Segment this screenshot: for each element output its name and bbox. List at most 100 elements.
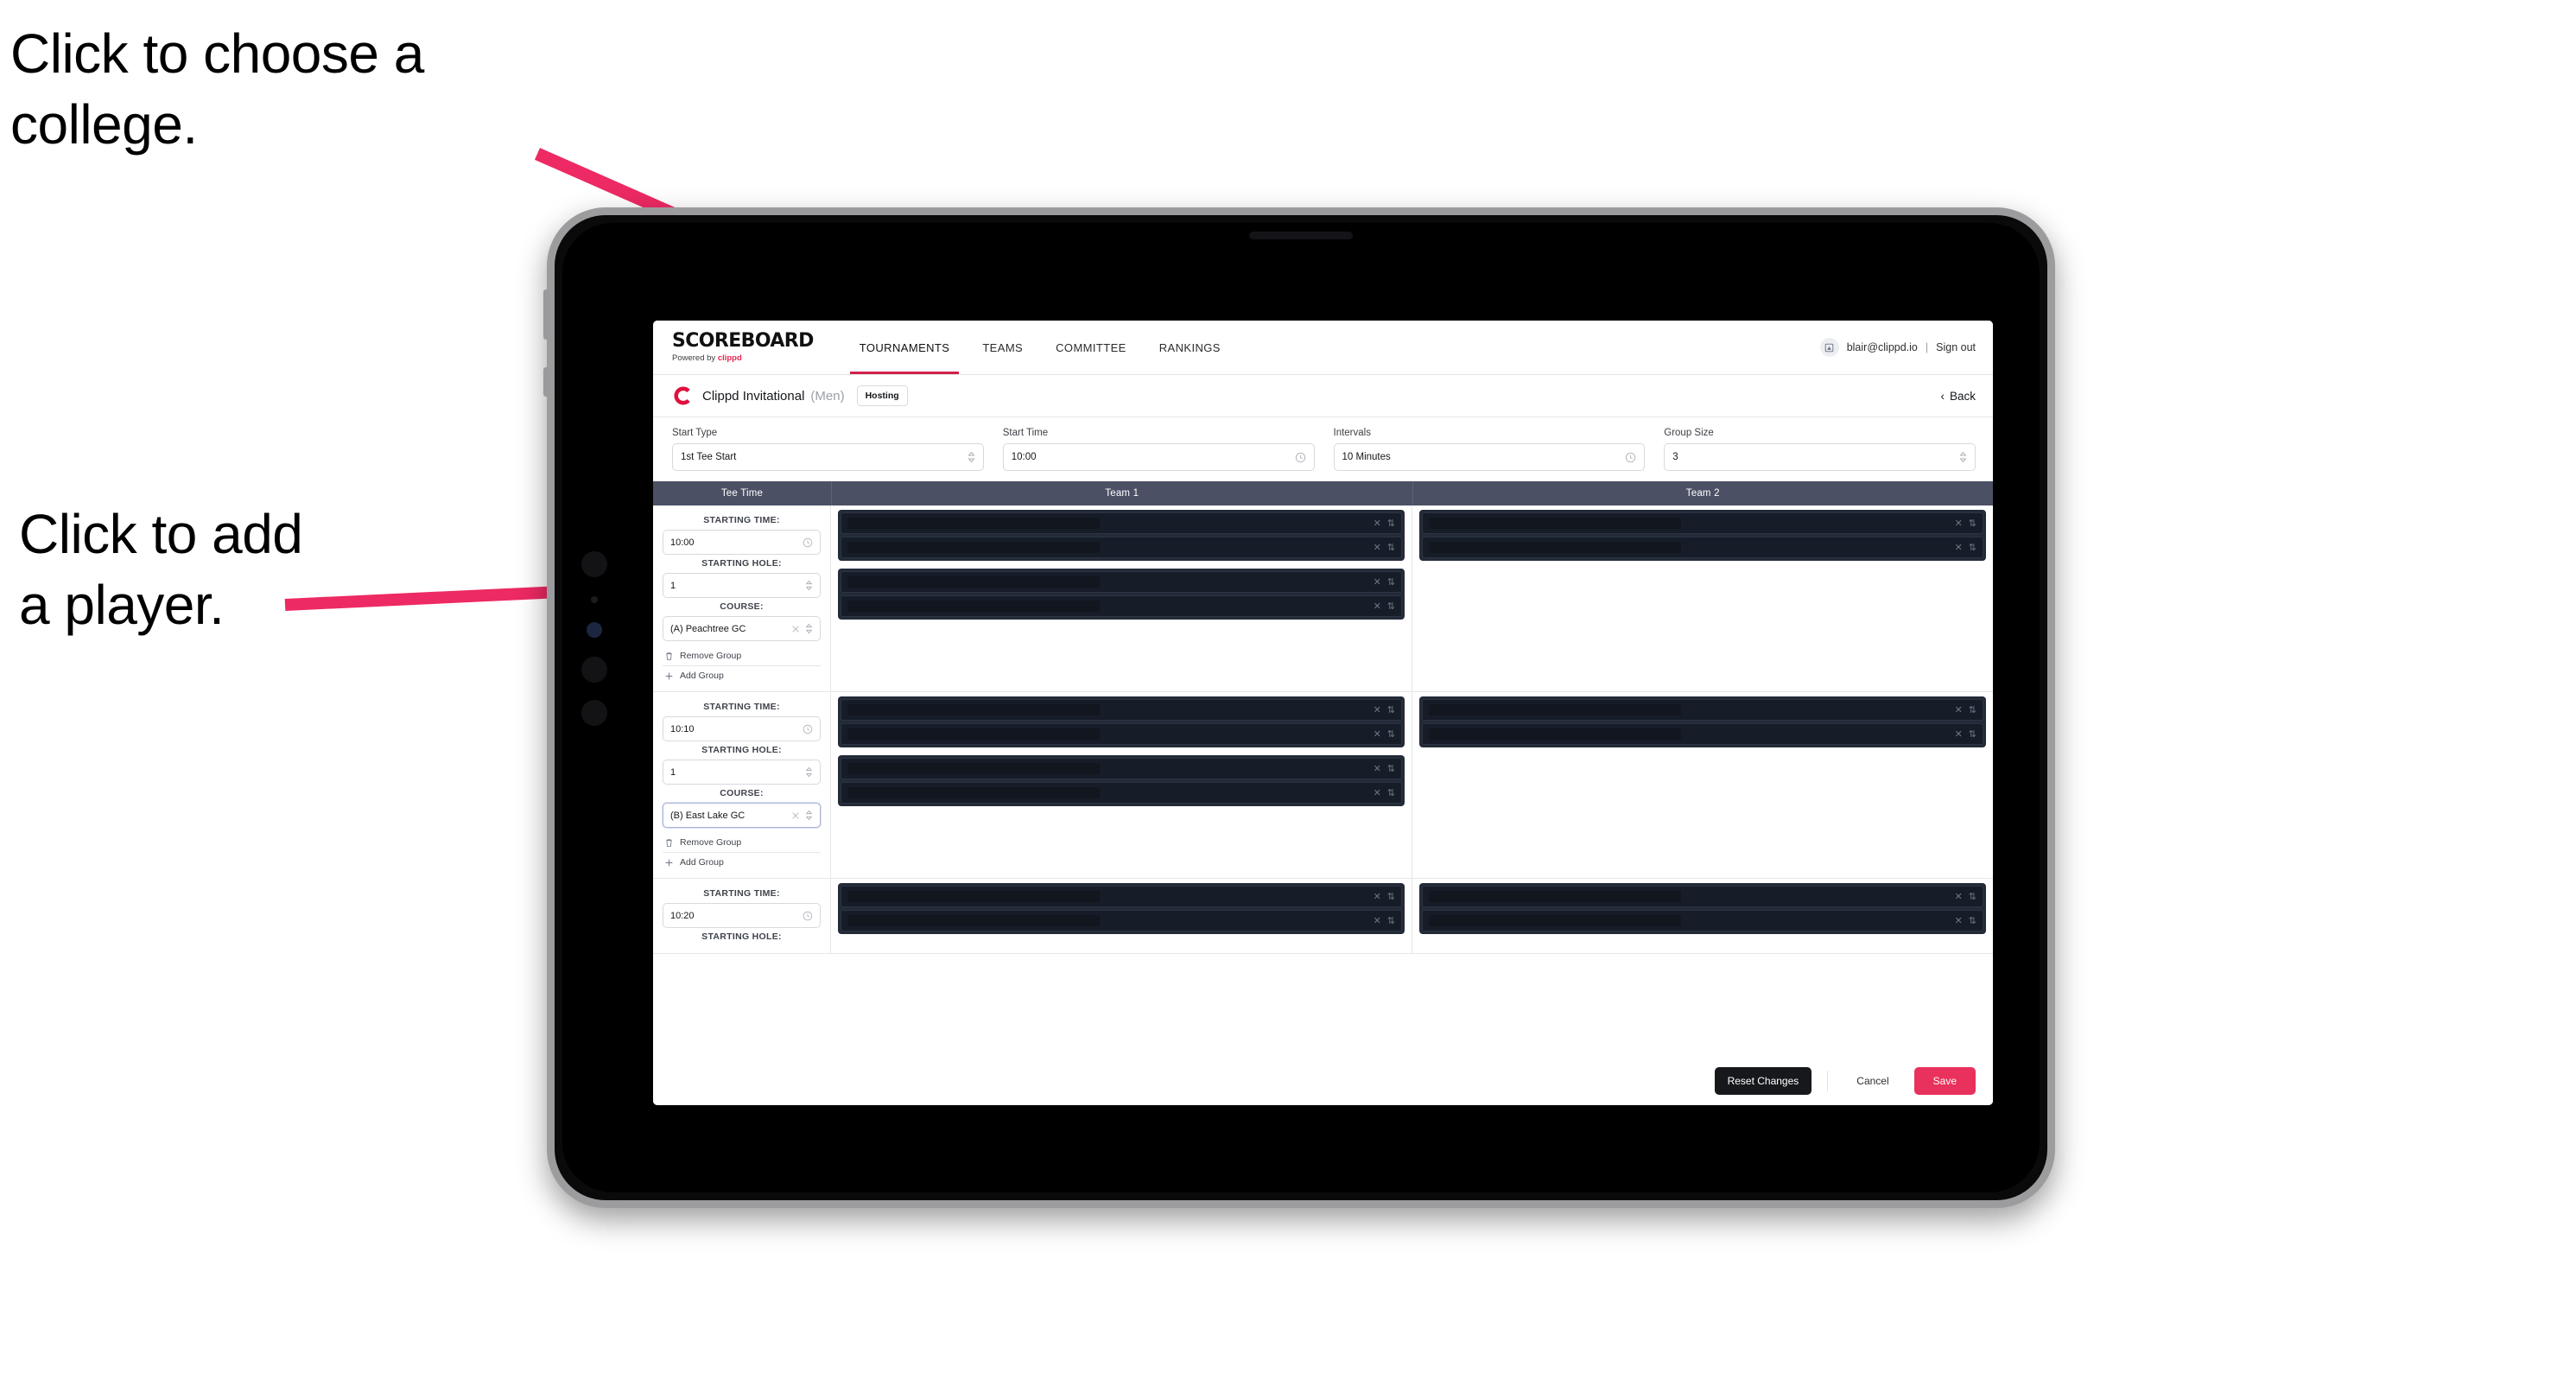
close-icon[interactable]: ✕ — [1374, 704, 1381, 715]
stepper-icon[interactable]: ⇅ — [1387, 576, 1395, 588]
label-intervals: Intervals — [1333, 428, 1371, 438]
close-icon[interactable]: ✕ — [1374, 518, 1381, 529]
close-icon[interactable]: ✕ — [1374, 915, 1381, 926]
cancel-button[interactable]: Cancel — [1843, 1067, 1901, 1095]
input-start-time[interactable]: 10:00 — [1002, 443, 1315, 471]
stepper-icon[interactable] — [805, 766, 813, 778]
device-power-button[interactable] — [543, 367, 549, 397]
input-starting-hole[interactable]: 1 — [663, 573, 821, 598]
close-icon[interactable]: ✕ — [1374, 728, 1381, 740]
device-volume-button[interactable] — [543, 289, 549, 340]
player-slot[interactable]: ✕ ⇅ — [841, 758, 1402, 779]
input-course[interactable]: (A) Peachtree GC — [663, 616, 821, 641]
remove-group-button[interactable]: Remove Group — [663, 834, 821, 851]
stepper-icon[interactable] — [1959, 451, 1967, 463]
tab-rankings[interactable]: RANKINGS — [1143, 321, 1237, 374]
close-icon[interactable]: ✕ — [1955, 891, 1963, 902]
table-row: STARTING TIME: 10:00 STARTING HOLE: 1 CO… — [653, 505, 1993, 692]
stepper-icon[interactable]: ⇅ — [1387, 915, 1395, 926]
player-slot[interactable]: ✕ ⇅ — [841, 699, 1402, 721]
close-icon[interactable]: ✕ — [1374, 891, 1381, 902]
input-starting-time[interactable]: 10:10 — [663, 716, 821, 741]
close-icon[interactable]: ✕ — [1374, 576, 1381, 588]
stepper-icon[interactable]: ⇅ — [1969, 915, 1976, 926]
stepper-icon[interactable]: ⇅ — [1387, 728, 1395, 740]
player-slot[interactable]: ✕ ⇅ — [841, 723, 1402, 745]
pairings-table-body[interactable]: STARTING TIME: 10:00 STARTING HOLE: 1 CO… — [653, 505, 1993, 1056]
player-slot[interactable]: ✕ ⇅ — [1422, 910, 1983, 931]
player-slot[interactable]: ✕ ⇅ — [841, 512, 1402, 534]
clock-icon[interactable] — [803, 911, 813, 921]
input-starting-time[interactable]: 10:20 — [663, 903, 821, 928]
stepper-icon[interactable]: ⇅ — [1387, 891, 1395, 902]
reset-changes-button[interactable]: Reset Changes — [1714, 1067, 1812, 1095]
player-slot[interactable]: ✕ ⇅ — [841, 910, 1402, 931]
stepper-icon[interactable]: ⇅ — [1387, 787, 1395, 798]
stepper-icon[interactable]: ⇅ — [1387, 763, 1395, 774]
field-start-time: Start Time 10:00 — [1002, 428, 1334, 471]
input-course[interactable]: (B) East Lake GC — [663, 803, 821, 828]
scoreboard-logo[interactable]: SCOREBOARD Powered by clippd — [672, 332, 814, 364]
value-starting-time: 10:00 — [670, 537, 695, 548]
close-icon[interactable]: ✕ — [1955, 542, 1963, 553]
input-intervals[interactable]: 10 Minutes — [1333, 443, 1646, 471]
save-button[interactable]: Save — [1913, 1067, 1976, 1095]
input-starting-hole[interactable]: 1 — [663, 760, 821, 785]
stepper-icon[interactable]: ⇅ — [1969, 891, 1976, 902]
player-slot[interactable]: ✕ ⇅ — [1422, 886, 1983, 907]
stepper-icon[interactable] — [805, 810, 813, 821]
top-navigation-bar: SCOREBOARD Powered by clippd TOURNAMENTS… — [653, 321, 1993, 375]
clock-icon[interactable] — [803, 537, 813, 548]
clock-icon[interactable] — [1625, 452, 1636, 463]
remove-group-button[interactable]: Remove Group — [663, 647, 821, 664]
sign-out-link[interactable]: Sign out — [1936, 341, 1976, 353]
stepper-icon[interactable]: ⇅ — [1387, 518, 1395, 529]
close-icon[interactable] — [791, 811, 800, 820]
add-group-button[interactable]: Add Group — [663, 854, 821, 871]
input-group-size[interactable]: 3 — [1664, 443, 1976, 471]
stepper-icon[interactable]: ⇅ — [1387, 601, 1395, 612]
player-slot[interactable]: ✕ ⇅ — [841, 595, 1402, 617]
add-group-button[interactable]: Add Group — [663, 667, 821, 684]
player-slot[interactable]: ✕ ⇅ — [1422, 699, 1983, 721]
player-slot[interactable]: ✕ ⇅ — [841, 571, 1402, 593]
close-icon[interactable]: ✕ — [1374, 763, 1381, 774]
close-icon[interactable]: ✕ — [1374, 787, 1381, 798]
close-icon[interactable]: ✕ — [1955, 915, 1963, 926]
stepper-icon[interactable] — [968, 451, 975, 463]
player-slot[interactable]: ✕ ⇅ — [841, 782, 1402, 804]
stepper-icon[interactable]: ⇅ — [1969, 542, 1976, 553]
player-slot[interactable]: ✕ ⇅ — [841, 537, 1402, 558]
tab-teams[interactable]: TEAMS — [966, 321, 1039, 374]
player-slot[interactable]: ✕ ⇅ — [1422, 723, 1983, 745]
table-row: STARTING TIME: 10:10 STARTING HOLE: 1 CO… — [653, 692, 1993, 879]
player-name-redacted — [847, 601, 1100, 612]
close-icon[interactable]: ✕ — [1955, 518, 1963, 529]
close-icon[interactable]: ✕ — [1955, 728, 1963, 740]
player-slot[interactable]: ✕ ⇅ — [1422, 537, 1983, 558]
stepper-icon[interactable]: ⇅ — [1969, 518, 1976, 529]
input-starting-time[interactable]: 10:00 — [663, 530, 821, 555]
stepper-icon[interactable] — [805, 580, 813, 591]
nav-separator: | — [1925, 341, 1929, 353]
player-slot[interactable]: ✕ ⇅ — [841, 886, 1402, 907]
stepper-icon[interactable]: ⇅ — [1969, 728, 1976, 740]
player-name-redacted — [847, 915, 1100, 926]
close-icon[interactable]: ✕ — [1374, 542, 1381, 553]
input-start-type[interactable]: 1st Tee Start — [672, 443, 984, 471]
clock-icon[interactable] — [803, 724, 813, 734]
clock-icon[interactable] — [1295, 452, 1306, 463]
close-icon[interactable]: ✕ — [1955, 704, 1963, 715]
close-icon[interactable] — [791, 625, 800, 633]
stepper-icon[interactable] — [805, 623, 813, 634]
stepper-icon[interactable]: ⇅ — [1387, 542, 1395, 553]
tab-tournaments[interactable]: TOURNAMENTS — [843, 321, 967, 374]
logo-tagline-brand: clippd — [717, 353, 742, 363]
stepper-icon[interactable]: ⇅ — [1387, 704, 1395, 715]
player-slot[interactable]: ✕ ⇅ — [1422, 512, 1983, 534]
tab-committee[interactable]: COMMITTEE — [1039, 321, 1143, 374]
avatar[interactable] — [1819, 338, 1839, 357]
back-button[interactable]: ‹ Back — [1940, 390, 1976, 403]
stepper-icon[interactable]: ⇅ — [1969, 704, 1976, 715]
close-icon[interactable]: ✕ — [1374, 601, 1381, 612]
